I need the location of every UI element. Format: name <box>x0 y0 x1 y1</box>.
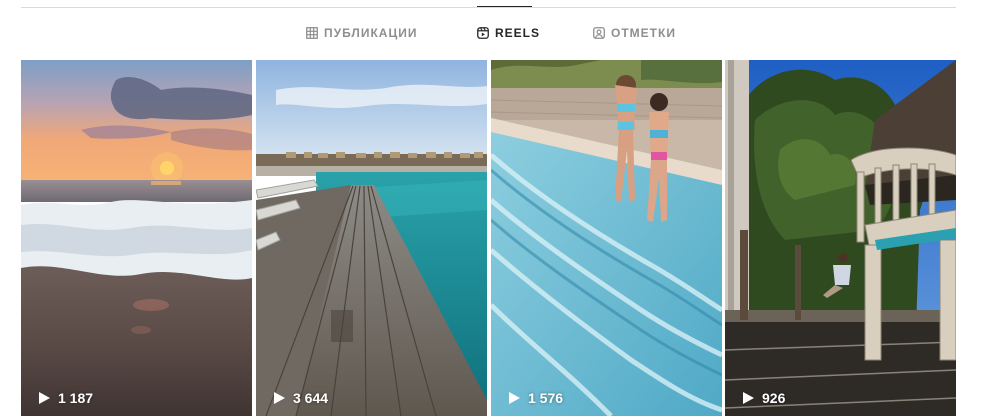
play-icon <box>509 392 520 404</box>
reel-tile-pool-deck[interactable]: 3 644 <box>256 60 487 416</box>
view-count-text: 926 <box>762 390 786 406</box>
tagged-user-icon <box>593 27 605 39</box>
reel-view-count: 1 187 <box>37 390 93 406</box>
view-count-text: 1 187 <box>58 390 94 406</box>
tab-reels-label: REELS <box>495 26 541 40</box>
profile-tabs: ПУБЛИКАЦИИ REELS ОТМЕТКИ <box>0 26 991 44</box>
view-count-text: 3 644 <box>293 390 329 406</box>
play-icon <box>743 392 754 404</box>
tab-tagged[interactable]: ОТМЕТКИ <box>593 26 676 40</box>
view-count-text: 1 576 <box>528 390 564 406</box>
reels-grid: 1 187 3 644 1 576 926 <box>21 60 956 416</box>
reels-icon <box>477 27 489 39</box>
reel-thumbnail-pool-steps <box>491 60 722 416</box>
grid-icon <box>306 27 318 39</box>
play-icon <box>39 392 50 404</box>
active-tab-indicator <box>477 6 532 7</box>
reel-thumbnail-terrace-chair <box>725 60 956 416</box>
play-icon <box>274 392 285 404</box>
reel-view-count: 926 <box>741 390 785 406</box>
tab-publications-label: ПУБЛИКАЦИИ <box>324 26 418 40</box>
tab-reels[interactable]: REELS <box>477 26 540 40</box>
reel-view-count: 3 644 <box>272 390 328 406</box>
reel-thumbnail-sunset-beach <box>21 60 252 416</box>
reel-thumbnail-pool-deck <box>256 60 487 416</box>
reel-tile-sunset-beach[interactable]: 1 187 <box>21 60 252 416</box>
reel-tile-pool-steps[interactable]: 1 576 <box>491 60 722 416</box>
reel-view-count: 1 576 <box>507 390 563 406</box>
tab-publications[interactable]: ПУБЛИКАЦИИ <box>306 26 417 40</box>
tab-tagged-label: ОТМЕТКИ <box>611 26 676 40</box>
profile-divider <box>21 7 956 8</box>
reel-tile-terrace-chair[interactable]: 926 <box>725 60 956 416</box>
